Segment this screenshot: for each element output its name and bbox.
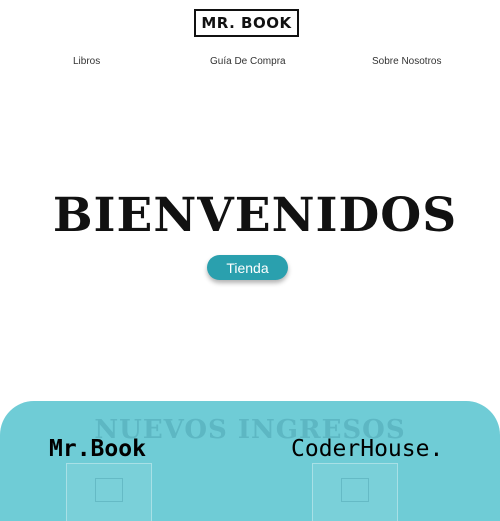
- hero-title: BIENVENIDOS: [52, 188, 458, 243]
- watermark-mr-book: Mr.Book: [49, 436, 146, 462]
- nav-item-libros[interactable]: Libros: [73, 56, 100, 67]
- site-logo[interactable]: MR. BOOK: [194, 9, 299, 37]
- book-card[interactable]: [66, 463, 152, 521]
- book-card[interactable]: [312, 463, 398, 521]
- shop-button[interactable]: Tienda: [207, 255, 288, 280]
- book-cover-image: [95, 478, 123, 502]
- nav-item-sobre-nosotros[interactable]: Sobre Nosotros: [372, 56, 441, 67]
- nav-item-guia-de-compra[interactable]: Guía De Compra: [210, 56, 286, 67]
- watermark-coderhouse: CoderHouse.: [291, 436, 444, 462]
- main-nav: Libros Guía De Compra Sobre Nosotros: [0, 56, 500, 72]
- book-cover-image: [341, 478, 369, 502]
